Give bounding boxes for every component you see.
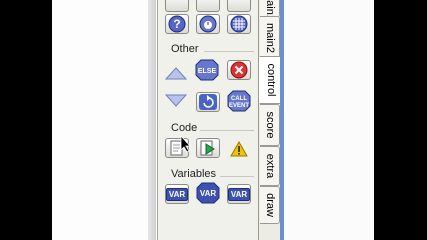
up-triangle-icon: [164, 67, 188, 80]
section-divider-other: [204, 51, 254, 52]
tab-extra-label: extra: [263, 153, 276, 179]
svg-text:ELSE: ELSE: [198, 68, 217, 75]
svg-text:CALL: CALL: [231, 96, 247, 102]
partial-action-button-2[interactable]: [196, 0, 220, 12]
else-button[interactable]: ELSE: [195, 59, 219, 81]
partial-action-button-1[interactable]: [165, 0, 189, 12]
test-variable-button[interactable]: VAR: [196, 182, 220, 204]
actions-panel: ? Other ELSE CALL EVENT Code Variables V…: [157, 0, 260, 240]
section-label-code: Code: [171, 122, 198, 134]
section-label-variables: Variables: [171, 168, 217, 180]
comment-button[interactable]: [227, 139, 251, 159]
section-label-other: Other: [171, 43, 199, 55]
stop-icon: [230, 61, 248, 79]
up-arrow-button[interactable]: [164, 64, 188, 84]
question-icon: ?: [168, 15, 186, 33]
down-triangle-icon: [164, 94, 188, 107]
tab-main2[interactable]: main2: [260, 16, 280, 60]
tab-main2-label: main2: [263, 23, 276, 53]
tab-control[interactable]: control: [259, 56, 282, 104]
warning-icon: [230, 140, 248, 157]
partial-action-button-3[interactable]: [227, 0, 251, 12]
svg-text:VAR: VAR: [200, 189, 217, 198]
tab-draw-label: draw: [263, 193, 276, 217]
svg-text:EVENT: EVENT: [229, 103, 249, 109]
timer-button[interactable]: [196, 14, 220, 34]
mouse-cursor-icon: [180, 135, 191, 153]
grid-icon: [230, 15, 248, 33]
execute-script-button[interactable]: [196, 138, 220, 158]
draw-variable-button[interactable]: VAR: [227, 184, 251, 204]
tab-extra[interactable]: extra: [260, 146, 280, 186]
call-event-icon: CALL EVENT: [227, 90, 251, 112]
var-draw-icon: VAR: [227, 187, 251, 201]
alarm-clock-icon: [199, 15, 217, 33]
exit-button[interactable]: [227, 60, 251, 80]
run-script-icon: [200, 140, 215, 156]
down-arrow-button[interactable]: [164, 90, 188, 110]
panel-shadow: [148, 0, 156, 240]
set-variable-button[interactable]: VAR: [165, 184, 189, 204]
var-icon: VAR: [165, 187, 189, 201]
tab-score-label: score: [263, 111, 276, 139]
workspace-area: [284, 0, 374, 240]
tab-control-label: control: [264, 63, 277, 97]
call-event-button[interactable]: CALL EVENT: [227, 90, 251, 112]
question-button[interactable]: ?: [165, 14, 189, 34]
var-octagon-icon: VAR: [196, 182, 220, 204]
tab-draw[interactable]: draw: [260, 186, 280, 224]
section-divider-variables: [220, 176, 254, 177]
grid-button[interactable]: [227, 14, 251, 34]
vertical-tab-bar: main1 main2 control score extra draw: [258, 0, 282, 240]
else-icon: ELSE: [195, 59, 219, 81]
loop-arrow-icon: [199, 94, 217, 110]
repeat-button[interactable]: [196, 92, 220, 112]
section-divider-code: [200, 130, 254, 131]
svg-text:?: ?: [173, 17, 180, 31]
tab-score[interactable]: score: [260, 104, 280, 146]
